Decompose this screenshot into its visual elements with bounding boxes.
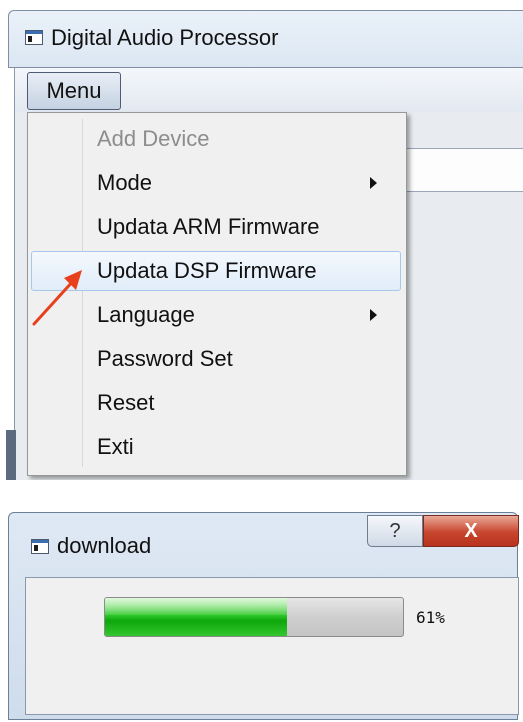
- submenu-arrow-icon: [370, 309, 377, 321]
- annotation-arrow-icon: [32, 270, 82, 326]
- menu-item-add-device[interactable]: Add Device: [31, 119, 401, 159]
- main-window: Digital Audio Processor Menu Add Device …: [0, 0, 523, 480]
- app-window-icon: [25, 30, 43, 45]
- main-window-title: Digital Audio Processor: [51, 25, 279, 50]
- menu-item-update-arm-firmware[interactable]: Updata ARM Firmware: [31, 207, 401, 247]
- menu-item-label: Add Device: [97, 126, 210, 151]
- menu-item-label: Updata ARM Firmware: [97, 214, 320, 239]
- menu-item-password-set[interactable]: Password Set: [31, 339, 401, 379]
- progress-fill: [105, 598, 287, 636]
- menu-item-exit[interactable]: Exti: [31, 427, 401, 467]
- menu-item-label: Password Set: [97, 346, 233, 371]
- download-dialog: download ? X 61%: [0, 512, 523, 722]
- menu-item-mode[interactable]: Mode: [31, 163, 401, 203]
- close-button[interactable]: X: [423, 515, 519, 547]
- close-icon: X: [464, 519, 478, 542]
- menu-item-label: Exti: [97, 434, 134, 459]
- download-progress-bar: [104, 597, 404, 637]
- menu-item-label: Reset: [97, 390, 155, 415]
- submenu-arrow-icon: [370, 177, 377, 189]
- download-dialog-title: download: [57, 533, 152, 558]
- background-edge: [6, 430, 16, 480]
- menu-item-label: Updata DSP Firmware: [97, 258, 317, 283]
- menu-button[interactable]: Menu: [27, 72, 121, 110]
- progress-percent: 61%: [416, 608, 445, 627]
- main-window-titlebar: Digital Audio Processor: [8, 10, 523, 68]
- help-icon: ?: [389, 519, 401, 542]
- help-button[interactable]: ?: [367, 515, 423, 547]
- app-window-icon: [31, 539, 49, 554]
- menu-item-label: Language: [97, 302, 195, 327]
- menu-item-reset[interactable]: Reset: [31, 383, 401, 423]
- menu-item-label: Mode: [97, 170, 153, 195]
- background-panel-strip: [404, 148, 523, 192]
